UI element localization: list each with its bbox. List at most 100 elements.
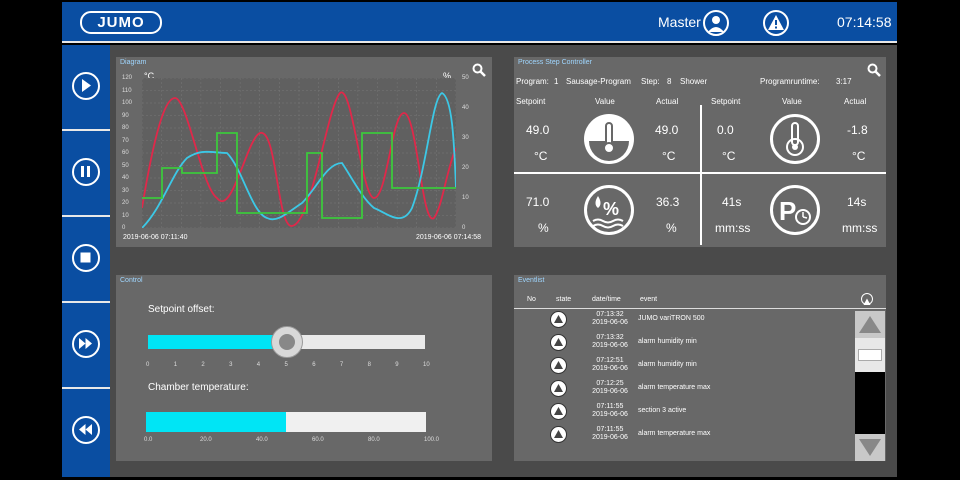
left-tick: 10 — [122, 212, 129, 219]
header-setpoint: Setpoint — [516, 97, 546, 106]
right-tick: 40 — [462, 105, 469, 111]
left-tick: 100 — [122, 100, 133, 106]
eventlist-scrollbar[interactable] — [855, 311, 885, 461]
left-tick: 50 — [122, 162, 129, 169]
runtime-value: 3:17 — [836, 77, 852, 86]
chamber-tick: 100.0 — [424, 437, 440, 443]
left-tick: 20 — [122, 200, 129, 206]
scroll-up-button[interactable] — [855, 311, 885, 338]
slider-tick: 0 — [146, 362, 150, 368]
clock: 07:14:58 — [837, 14, 892, 30]
chamber-temperature-fill — [146, 412, 286, 432]
left-tick: 30 — [122, 187, 129, 194]
left-tick: 40 — [122, 175, 129, 181]
event-row[interactable]: 07:11:55 2019-06-06 alarm temperature max — [514, 424, 853, 446]
event-row[interactable]: 07:13:32 2019-06-06 JUMO variTRON 500 — [514, 309, 853, 331]
setpoint-pause-time: 41s — [722, 195, 742, 209]
event-text: alarm temperature max — [638, 384, 711, 391]
actual-core: -1.8 — [847, 123, 868, 137]
event-datetime: 07:13:32 2019-06-06 — [592, 311, 628, 326]
event-rows: 07:13:32 2019-06-06 JUMO variTRON 500 07:13… — [514, 309, 854, 459]
pause-timer-icon: P — [770, 185, 820, 235]
stop-button[interactable] — [62, 217, 110, 303]
chamber-tick: 20.0 — [200, 437, 212, 443]
step-number: 8 — [667, 77, 672, 86]
left-tick: 120 — [122, 75, 133, 81]
svg-text:P: P — [779, 196, 796, 226]
slider-tick: 9 — [395, 362, 399, 368]
user-icon[interactable] — [703, 10, 729, 36]
chamber-tick: 40.0 — [256, 437, 268, 443]
fast-forward-icon — [72, 330, 100, 358]
left-tick: 110 — [122, 87, 132, 94]
control-panel: Control Setpoint offset: 0 1 2 3 4 5 6 7 8 9 10 Ch… — [116, 275, 492, 461]
divider-vertical — [700, 105, 702, 245]
svg-text:%: % — [603, 199, 619, 219]
event-row[interactable]: 07:12:25 2019-06-06 alarm temperature max — [514, 378, 853, 400]
scroll-track[interactable] — [855, 338, 885, 372]
right-tick: 0 — [462, 225, 466, 231]
program-name: Sausage-Program — [566, 77, 631, 86]
top-bar: JUMO Master 07:14:58 — [62, 2, 897, 43]
col-state: state — [556, 296, 572, 303]
play-button[interactable] — [62, 45, 110, 131]
chamber-temperature-bar — [146, 412, 426, 432]
col-no: No — [527, 296, 536, 303]
program-number: 1 — [554, 77, 559, 86]
eventlist-panel: Eventlist No state date/time event 07:13… — [514, 275, 886, 461]
program-label: Program: — [516, 77, 549, 86]
scroll-thumb[interactable] — [858, 349, 882, 361]
core-probe-icon — [770, 114, 820, 164]
slider-tick: 3 — [229, 362, 233, 368]
left-tick: 60 — [122, 150, 129, 156]
sidebar — [62, 45, 110, 477]
actual-humidity-unit: % — [666, 221, 677, 235]
event-text: alarm temperature max — [638, 430, 711, 437]
eventlist-warning-icon[interactable] — [861, 293, 873, 305]
left-tick: 80 — [122, 125, 129, 131]
pause-button[interactable] — [62, 131, 110, 217]
diagram-panel: Diagram °C % 120 110 100 90 80 70 60 50 40 30 20 10… — [116, 57, 492, 247]
actual-pause-unit: mm:ss — [842, 221, 878, 235]
setpoint-offset-label: Setpoint offset: — [148, 304, 215, 315]
slider-tick: 8 — [367, 362, 371, 368]
event-datetime: 07:12:25 2019-06-06 — [592, 380, 628, 395]
header-actual: Actual — [656, 97, 679, 106]
event-datetime: 07:11:55 2019-06-06 — [592, 403, 628, 418]
setpoint-humidity: 71.0 — [526, 195, 550, 209]
actual-temperature: 49.0 — [655, 123, 679, 137]
setpoint-offset-knob[interactable] — [270, 326, 303, 358]
warning-icon[interactable] — [763, 10, 789, 36]
chamber-tick: 80.0 — [368, 437, 380, 443]
event-row[interactable]: 07:13:32 2019-06-06 alarm humidity min — [514, 332, 853, 354]
control-title: Control — [120, 277, 143, 284]
event-datetime: 07:12:51 2019-06-06 — [592, 357, 628, 372]
setpoint-temperature: 49.0 — [526, 123, 550, 137]
event-row[interactable]: 07:11:55 2019-06-06 section 3 active — [514, 401, 853, 423]
rewind-icon — [72, 416, 100, 444]
fast-forward-button[interactable] — [62, 303, 110, 389]
scroll-down-button[interactable] — [855, 434, 885, 461]
alarm-icon — [550, 334, 567, 351]
play-icon — [72, 72, 100, 100]
left-tick: 70 — [122, 137, 129, 144]
chamber-tick: 60.0 — [312, 437, 324, 443]
event-text: alarm humidity min — [638, 361, 697, 368]
user-name: Master — [658, 14, 701, 30]
zoom-icon[interactable] — [867, 63, 881, 77]
zoom-icon[interactable] — [472, 63, 486, 77]
right-tick: 30 — [462, 135, 469, 141]
jumo-logo: JUMO — [80, 11, 162, 34]
event-row[interactable]: 07:12:51 2019-06-06 alarm humidity min — [514, 355, 853, 377]
header-actual: Actual — [844, 97, 867, 106]
event-text: JUMO variTRON 500 — [638, 315, 705, 322]
diagram-title: Diagram — [120, 59, 147, 66]
left-tick: 90 — [122, 112, 129, 119]
rewind-button[interactable] — [62, 389, 110, 475]
warning-icon — [550, 311, 567, 328]
actual-temperature-unit: °C — [662, 149, 676, 163]
actual-pause-time: 14s — [847, 195, 867, 209]
header-setpoint: Setpoint — [711, 97, 741, 106]
setpoint-temperature-unit: °C — [534, 149, 548, 163]
slider-tick: 7 — [339, 362, 344, 368]
